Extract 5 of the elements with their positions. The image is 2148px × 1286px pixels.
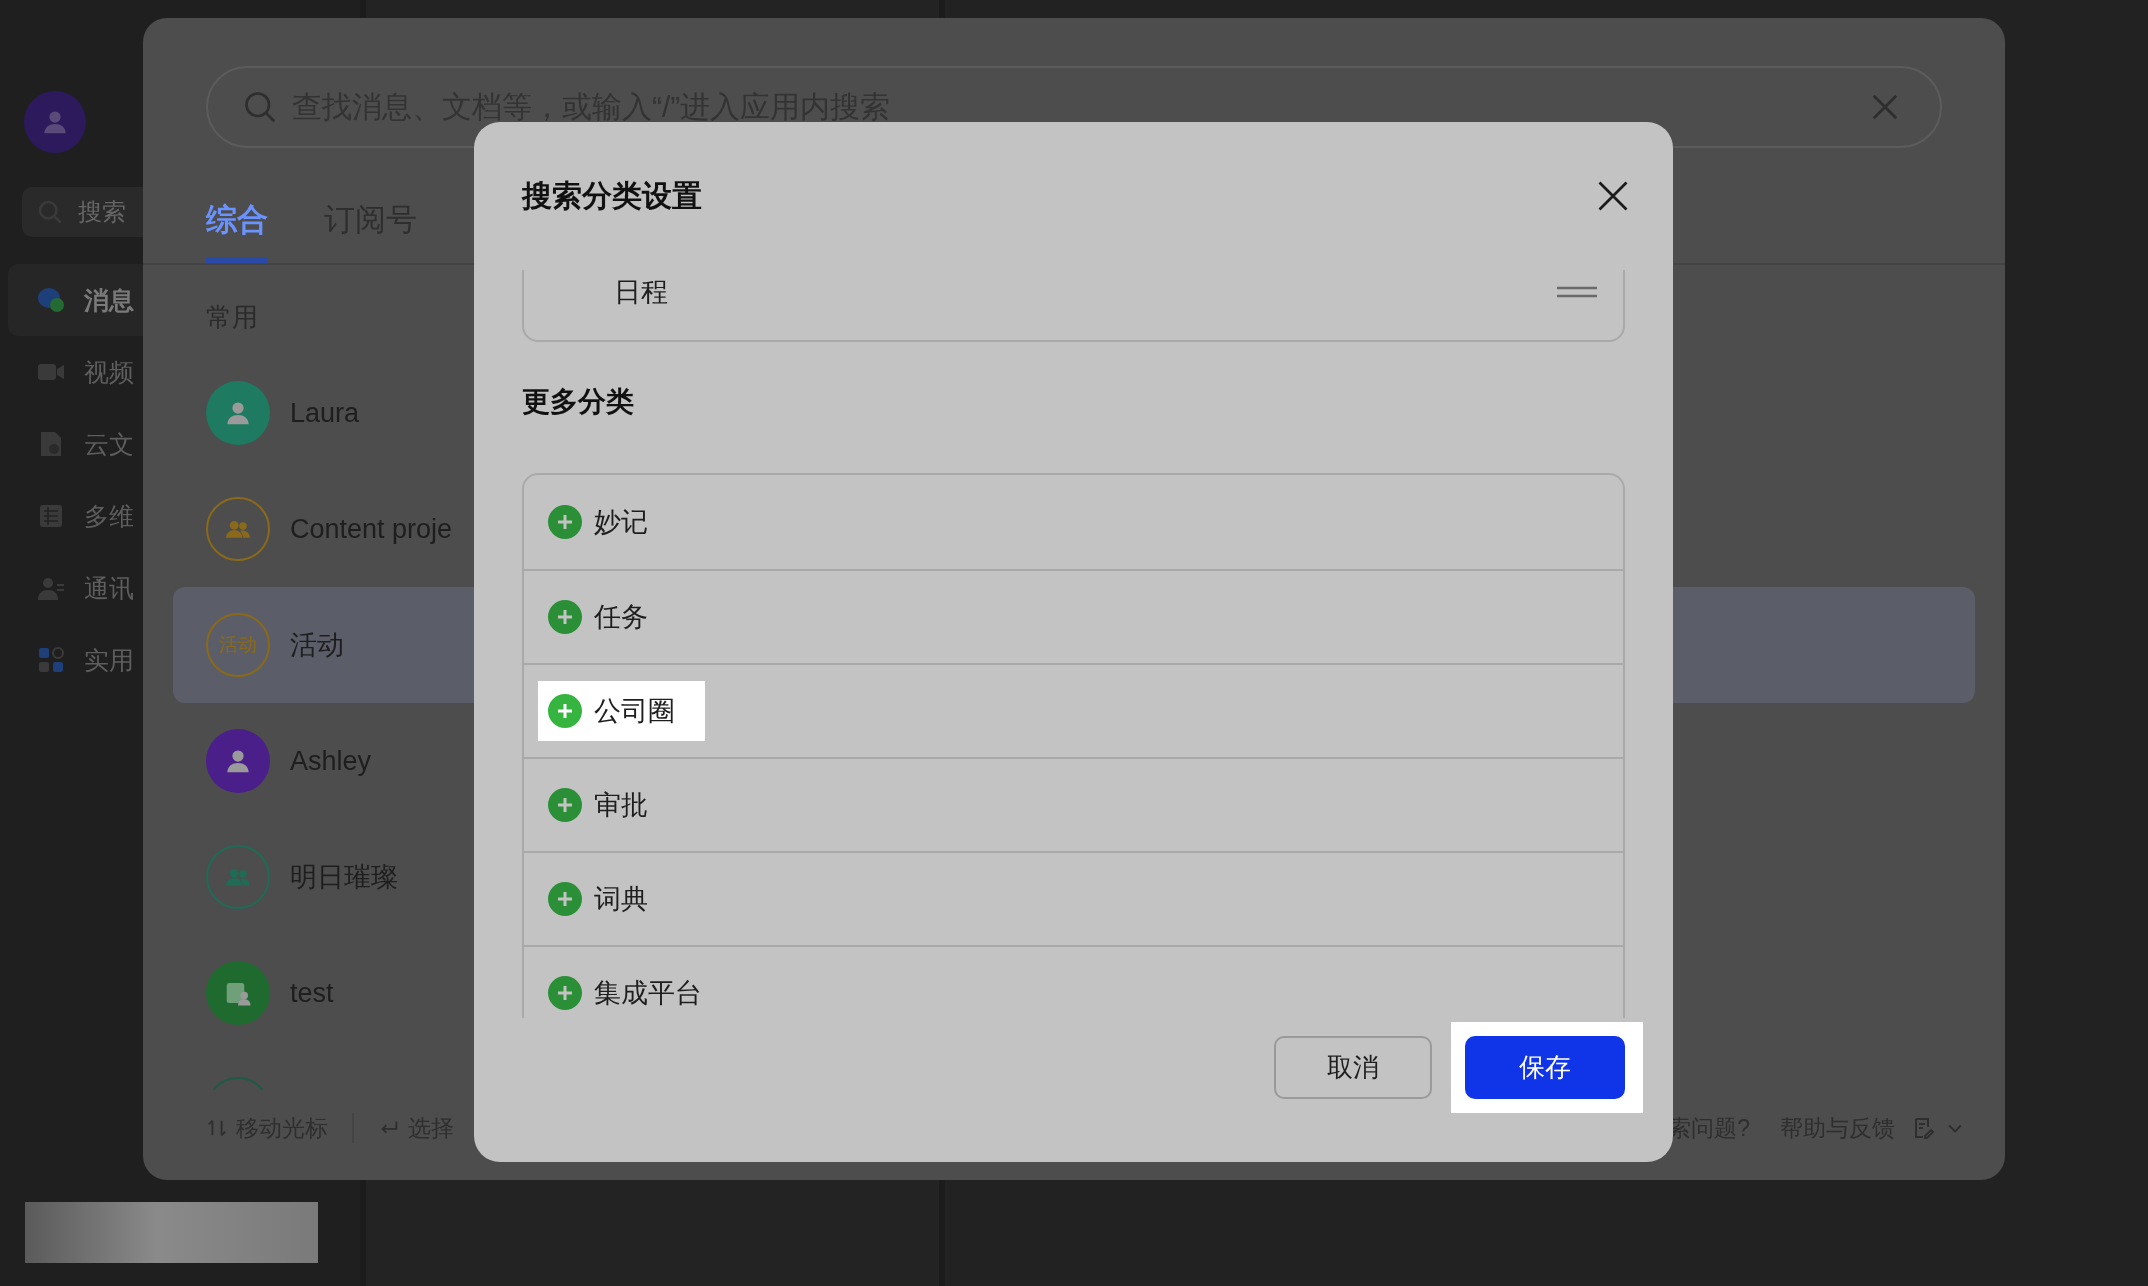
category-label: 日程 — [614, 276, 668, 309]
section-title: 更多分类 — [522, 385, 635, 419]
contact-name: 活动 — [290, 629, 344, 662]
dialog-title: 搜索分类设置 — [522, 177, 702, 214]
avatar: 活动 — [206, 613, 270, 677]
